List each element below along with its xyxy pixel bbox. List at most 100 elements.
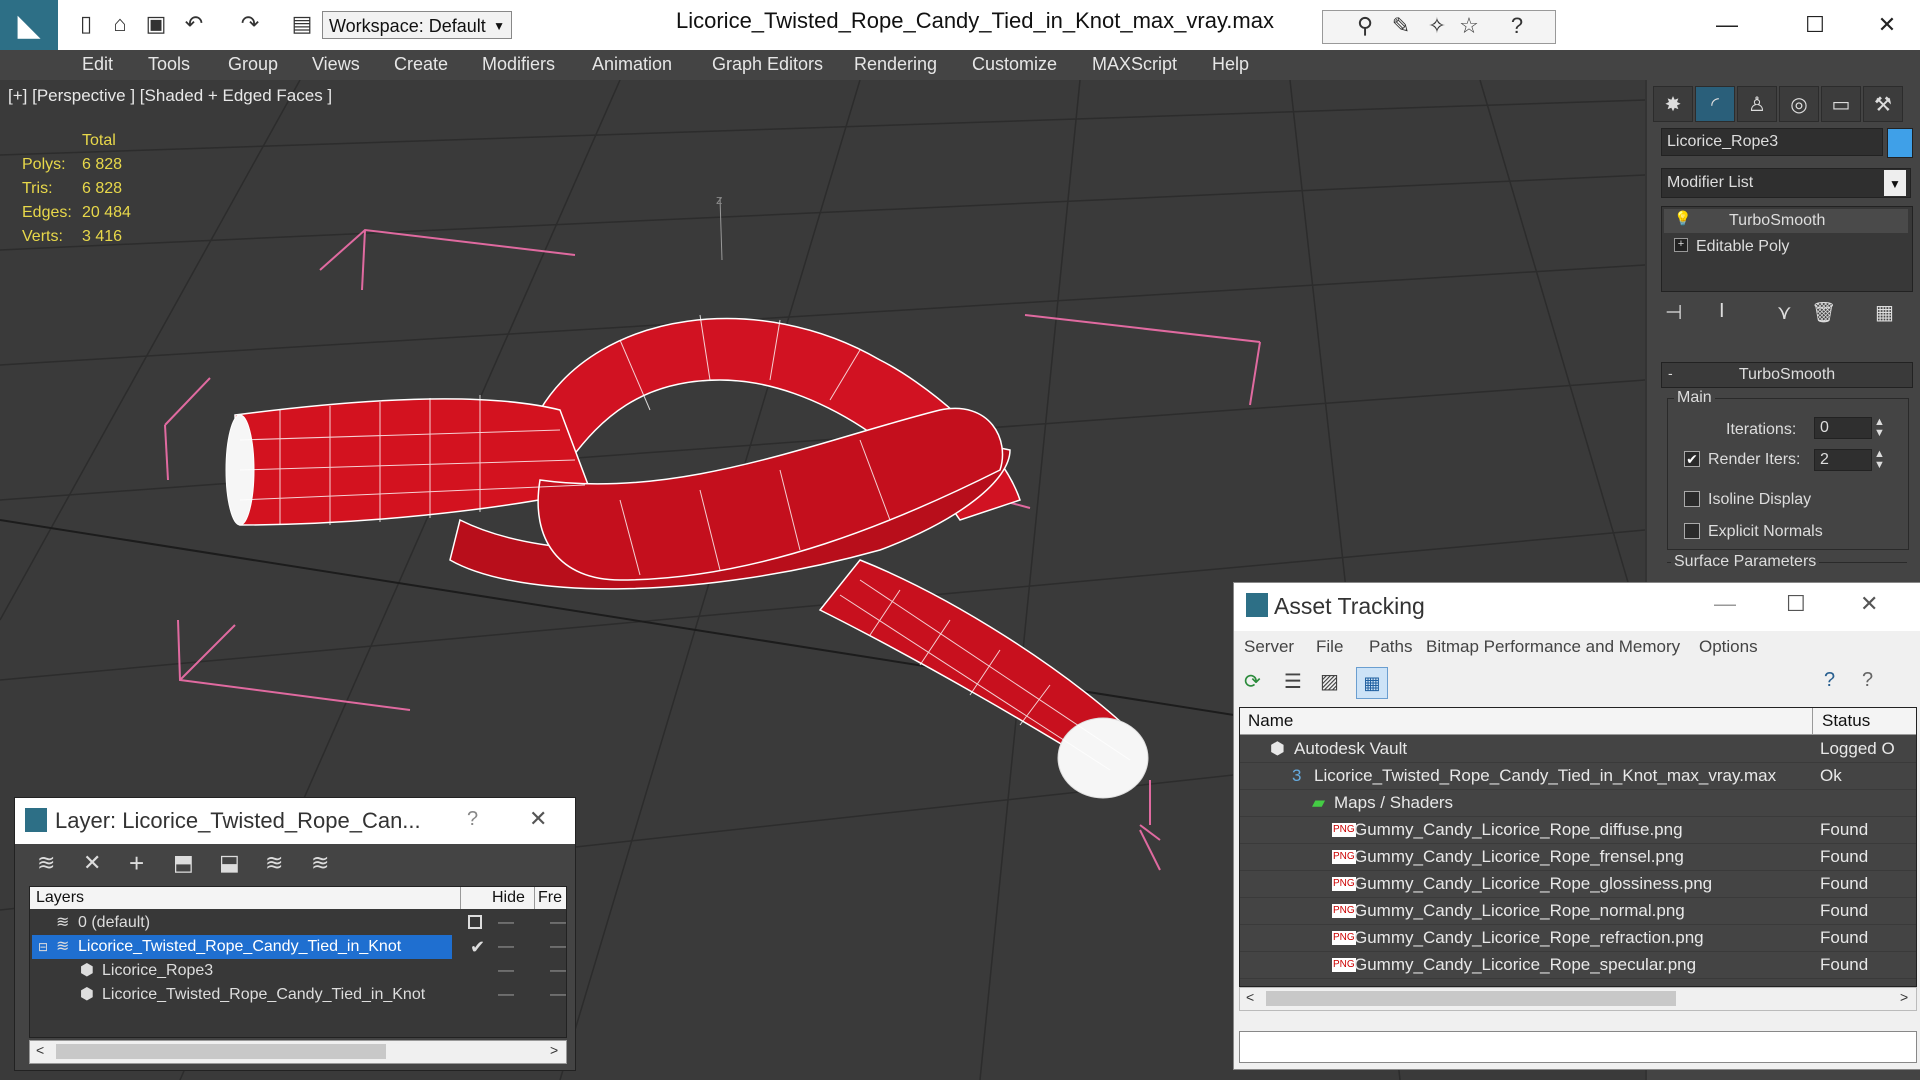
spinner-icon[interactable]: ▲ ▼ [1874,417,1885,439]
column-header-name[interactable]: Name [1248,711,1293,731]
iterations-input[interactable]: 0 [1814,417,1872,439]
help-icon[interactable]: ? [1503,12,1531,40]
hide-toggle-icon[interactable]: — [498,911,514,935]
layers-icon[interactable]: ≋ [37,850,55,876]
hide-toggle-icon[interactable]: — [498,983,514,1007]
column-header-status[interactable]: Status [1822,711,1870,731]
binoculars-icon[interactable]: ⚲ [1351,12,1379,40]
menu-bitmap-performance[interactable]: Bitmap Performance and Memory [1426,637,1680,657]
table-row[interactable]: PNG Gummy_Candy_Licorice_Rope_normal.png… [1240,898,1916,925]
menu-maxscript[interactable]: MAXScript [1092,54,1177,75]
list-view-icon[interactable]: ☰ [1284,669,1302,694]
horizontal-scrollbar[interactable]: < > [29,1040,567,1064]
stack-item-editable-poly[interactable]: + Editable Poly [1664,235,1908,259]
add-layer-icon[interactable]: + [129,848,144,879]
display-tab-icon[interactable]: ▭ [1821,86,1861,122]
list-item[interactable]: ≋ 0 (default) — — [30,911,566,935]
close-button[interactable]: ✕ [1862,8,1912,42]
maximize-button[interactable]: ☐ [1790,8,1840,42]
table-row[interactable]: ▰ Maps / Shaders [1240,790,1916,817]
object-color-swatch[interactable] [1887,128,1913,158]
table-row[interactable]: PNG Gummy_Candy_Licorice_Rope_diffuse.pn… [1240,817,1916,844]
menu-create[interactable]: Create [394,54,448,75]
maximize-button[interactable]: ☐ [1786,591,1806,617]
freeze-toggle-icon[interactable]: — [550,911,566,935]
scroll-right-icon[interactable]: > [550,1042,558,1058]
create-tab-icon[interactable]: ✸ [1653,86,1693,122]
scroll-left-icon[interactable]: < [36,1042,44,1058]
sign-in-icon[interactable]: ✧ [1423,12,1451,40]
object-name-field[interactable]: Licorice_Rope3 [1661,128,1883,156]
expand-icon[interactable]: + [1674,238,1688,252]
undo-icon[interactable]: ↶ [180,10,208,38]
table-row[interactable]: PNG Gummy_Candy_Licorice_Rope_glossiness… [1240,871,1916,898]
isoline-display-checkbox[interactable] [1684,491,1700,507]
minimize-button[interactable]: — [1702,8,1752,42]
render-iters-input[interactable]: 2 [1814,449,1872,471]
refresh-icon[interactable]: ⟳ [1244,669,1261,694]
remove-modifier-icon[interactable]: 🗑 [1811,300,1836,325]
freeze-toggle-icon[interactable]: — [550,959,566,983]
app-logo-icon[interactable]: ◣ [0,0,58,50]
column-header-hide[interactable]: Hide [492,887,525,909]
project-folder-icon[interactable]: ▤ [288,10,316,38]
hide-toggle-icon[interactable]: — [498,935,514,959]
menu-file[interactable]: File [1316,637,1343,657]
scrollbar-thumb[interactable] [1266,991,1676,1006]
checkmark-icon[interactable]: ✔ [470,935,485,959]
thumbnail-view-icon[interactable]: ▨ [1320,669,1339,694]
menu-edit[interactable]: Edit [82,54,113,75]
table-row[interactable]: PNG Gummy_Candy_Licorice_Rope_frensel.pn… [1240,844,1916,871]
stack-item-turbosmooth[interactable]: 💡 TurboSmooth [1664,209,1908,233]
pin-stack-icon[interactable]: ⊣ [1665,300,1682,325]
list-item[interactable]: ⊟ ≋ Licorice_Twisted_Rope_Candy_Tied_in_… [30,935,566,959]
horizontal-scrollbar[interactable]: < > [1239,987,1917,1011]
workspace-dropdown[interactable]: Workspace: Default ▼ [322,11,512,39]
minimize-button[interactable]: — [1714,591,1736,617]
new-file-icon[interactable]: ▯ [72,10,100,38]
table-row[interactable]: ⬢ Autodesk Vault Logged O [1240,736,1916,763]
hide-toggle-icon[interactable]: — [498,959,514,983]
menu-paths[interactable]: Paths [1369,637,1412,657]
licorice-rope-model[interactable] [225,314,1149,799]
column-header-layers[interactable]: Layers [36,887,84,909]
delete-layer-icon[interactable]: ✕ [83,850,101,876]
about-icon[interactable]: ? [1862,669,1873,692]
menu-animation[interactable]: Animation [592,54,672,75]
scrollbar-thumb[interactable] [56,1044,386,1059]
configure-sets-icon[interactable]: ▦ [1875,300,1894,325]
redo-icon[interactable]: ↷ [236,10,264,38]
menu-rendering[interactable]: Rendering [854,54,937,75]
utilities-tab-icon[interactable]: ⚒ [1863,86,1903,122]
hierarchy-tab-icon[interactable]: ♙ [1737,86,1777,122]
select-objects-icon[interactable]: ⬓ [219,850,240,876]
open-folder-icon[interactable]: ⌂ [106,10,134,38]
hide-all-layers-icon[interactable]: ≋ [311,850,329,876]
current-layer-box[interactable] [468,915,482,929]
list-item[interactable]: ⬢ Licorice_Twisted_Rope_Candy_Tied_in_Kn… [30,983,566,1007]
modify-tab-icon[interactable]: ◜ [1695,86,1735,122]
lightbulb-icon[interactable]: 💡 [1674,210,1691,227]
show-end-result-icon[interactable]: I [1719,300,1725,323]
close-button[interactable]: ✕ [1860,591,1878,617]
freeze-toggle-icon[interactable]: — [550,935,566,959]
menu-tools[interactable]: Tools [148,54,190,75]
menu-customize[interactable]: Customize [972,54,1057,75]
highlight-layer-icon[interactable]: ≋ [265,850,283,876]
menu-group[interactable]: Group [228,54,278,75]
help-icon[interactable]: ? [1824,669,1835,692]
save-icon[interactable]: ▣ [142,10,170,38]
scroll-right-icon[interactable]: > [1900,989,1908,1005]
star-icon[interactable]: ☆ [1455,12,1483,40]
menu-views[interactable]: Views [312,54,360,75]
make-unique-icon[interactable]: ⋎ [1777,300,1792,325]
menu-help[interactable]: Help [1212,54,1249,75]
menu-modifiers[interactable]: Modifiers [482,54,555,75]
table-row[interactable]: PNG Gummy_Candy_Licorice_Rope_specular.p… [1240,952,1916,979]
menu-options[interactable]: Options [1699,637,1758,657]
rollout-turbosmooth[interactable]: - TurboSmooth [1661,362,1913,388]
table-row[interactable]: PNG Gummy_Candy_Licorice_Rope_refraction… [1240,925,1916,952]
table-view-icon[interactable]: ▦ [1356,667,1388,699]
menu-graph-editors[interactable]: Graph Editors [712,54,823,75]
scroll-left-icon[interactable]: < [1246,989,1254,1005]
